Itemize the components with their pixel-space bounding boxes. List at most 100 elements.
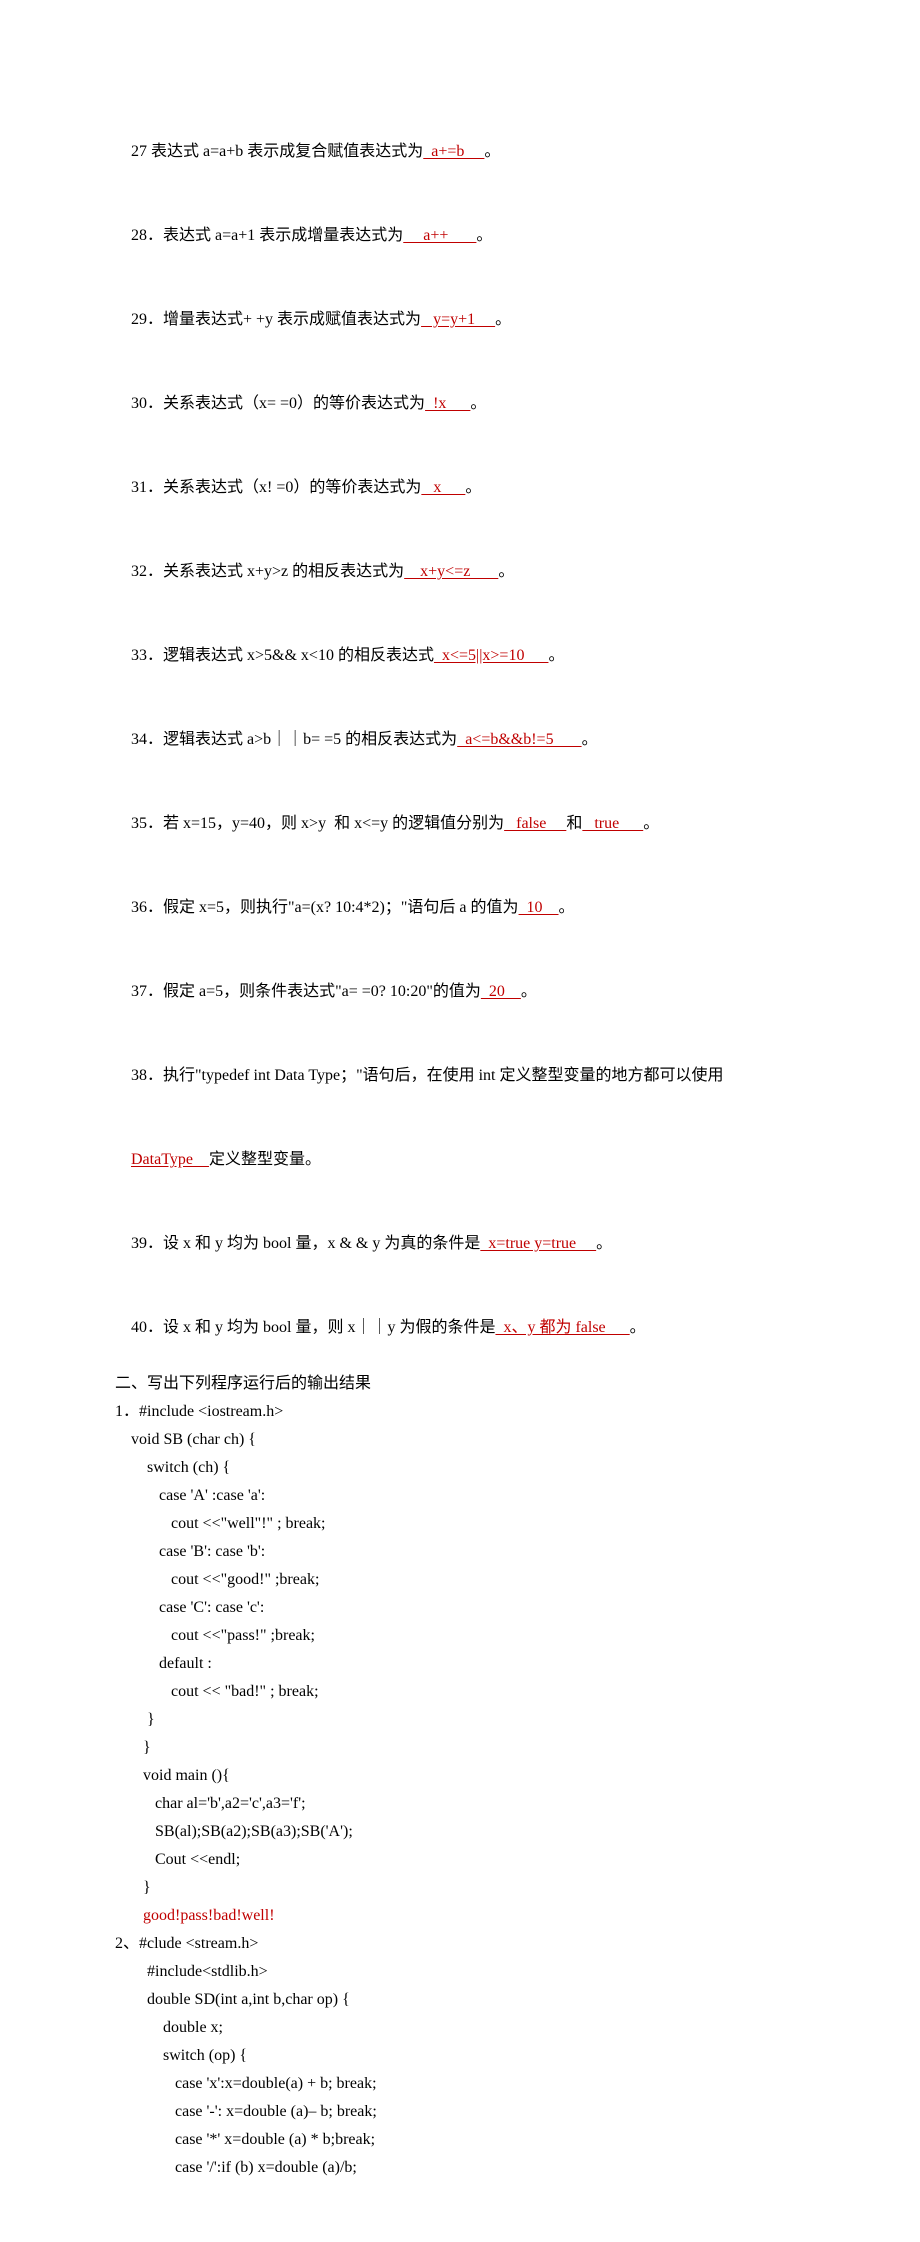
question-28: 28．表达式 a=a+1 表示成增量表达式为 a++ 。 [115, 194, 805, 278]
q-num: 35 [131, 815, 147, 832]
q-text: 33 [131, 647, 147, 664]
q-mid: 和 [566, 815, 582, 832]
question-35: 35．若 x=15，y=40，则 x>y 和 x<=y 的逻辑值分别为 fals… [115, 782, 805, 866]
q-answer: a+=b [423, 143, 484, 160]
question-32: 32．关系表达式 x+y>z 的相反表达式为 x+y<=z 。 [115, 530, 805, 614]
q-post: 。 [596, 1235, 612, 1252]
code-line: switch (op) { [115, 2042, 805, 2070]
q-text: ．执行"typedef int Data Type；"语句后，在使用 int 定… [147, 1067, 724, 1084]
question-30: 30．关系表达式（x= =0）的等价表达式为 !x 。 [115, 362, 805, 446]
q-text: 34 [131, 731, 147, 748]
q-ans1: false [504, 815, 566, 832]
q-text: 32 [131, 563, 147, 580]
q-pre: ．设 x 和 y 均为 bool 量，则 x｜｜y 为假的条件是 [147, 1319, 495, 1336]
program-2-head: 2、#clude <stream.h> [115, 1930, 805, 1958]
code-line: double SD(int a,int b,char op) { [115, 1986, 805, 2014]
code-line: case 'x':x=double(a) + b; break; [115, 2070, 805, 2098]
code-line: case 'C': case 'c': [115, 1594, 805, 1622]
code-line: Cout <<endl; [115, 1846, 805, 1874]
q-ans2: true [582, 815, 643, 832]
code-line: void SB (char ch) { [115, 1426, 805, 1454]
q-answer: a<=b&&b!=5 [457, 731, 581, 748]
q-post: 。 [470, 395, 486, 412]
code-line: case '*' x=double (a) * b;break; [115, 2126, 805, 2154]
q-text: 29 [131, 311, 147, 328]
program-2-body: #include<stdlib.h> double SD(int a,int b… [115, 1958, 805, 2182]
q-answer: a++ [403, 227, 476, 244]
question-39: 39．设 x 和 y 均为 bool 量，x & & y 为真的条件是 x=tr… [115, 1202, 805, 1286]
code-line: char al='b',a2='c',a3='f'; [115, 1790, 805, 1818]
q-answer: DataType [131, 1151, 209, 1168]
q-post: 。 [582, 731, 598, 748]
code-line: switch (ch) { [115, 1454, 805, 1482]
q-text: 定义整型变量。 [209, 1151, 321, 1168]
program-1-body: void SB (char ch) { switch (ch) { case '… [115, 1426, 805, 1902]
q-post: 。 [643, 815, 659, 832]
q-pre: ．若 x=15，y=40，则 x>y 和 x<=y 的逻辑值分别为 [147, 815, 504, 832]
q-num: 38 [131, 1067, 147, 1084]
question-29: 29．增量表达式+ +y 表示成赋值表达式为 y=y+1 。 [115, 278, 805, 362]
q-post: 。 [495, 311, 511, 328]
question-38-line1: 38．执行"typedef int Data Type；"语句后，在使用 int… [115, 1034, 805, 1118]
q-post: 。 [498, 563, 514, 580]
section-2-heading: 二、写出下列程序运行后的输出结果 [115, 1370, 805, 1398]
q-text: 27 [131, 143, 147, 160]
q-pre: 表达式 a=a+b 表示成复合赋值表达式为 [147, 143, 423, 160]
q-pre: ．关系表达式（x! =0）的等价表达式为 [147, 479, 421, 496]
q-post: 。 [465, 479, 481, 496]
question-31: 31．关系表达式（x! =0）的等价表达式为 x 。 [115, 446, 805, 530]
q-post: 。 [630, 1319, 646, 1336]
code-line: void main (){ [115, 1762, 805, 1790]
question-33: 33．逻辑表达式 x>5&& x<10 的相反表达式 x<=5||x>=10 。 [115, 614, 805, 698]
question-27: 27 表达式 a=a+b 表示成复合赋值表达式为 a+=b 。 [115, 110, 805, 194]
q-answer: x<=5||x>=10 [434, 647, 549, 664]
q-pre: ．增量表达式+ +y 表示成赋值表达式为 [147, 311, 421, 328]
q-post: 。 [484, 143, 500, 160]
code-line: cout <<"good!" ;break; [115, 1566, 805, 1594]
question-40: 40．设 x 和 y 均为 bool 量，则 x｜｜y 为假的条件是 x、y 都… [115, 1286, 805, 1370]
code-line: } [115, 1734, 805, 1762]
q-answer: x+y<=z [404, 563, 498, 580]
q-answer: y=y+1 [421, 311, 495, 328]
q-answer: x、y 都为 false [495, 1319, 629, 1336]
q-text: 30 [131, 395, 147, 412]
q-pre: ．关系表达式 x+y>z 的相反表达式为 [147, 563, 404, 580]
question-34: 34．逻辑表达式 a>b｜｜b= =5 的相反表达式为 a<=b&&b!=5 。 [115, 698, 805, 782]
q-post: 。 [521, 983, 537, 1000]
question-36: 36．假定 x=5，则执行"a=(x? 10:4*2)；"语句后 a 的值为 1… [115, 866, 805, 950]
q-pre: ．逻辑表达式 x>5&& x<10 的相反表达式 [147, 647, 434, 664]
q-answer: x=true y=true [480, 1235, 596, 1252]
q-text: 31 [131, 479, 147, 496]
q-pre: ．假定 x=5，则执行"a=(x? 10:4*2)；"语句后 a 的值为 [147, 899, 519, 916]
code-line: SB(al);SB(a2);SB(a3);SB('A'); [115, 1818, 805, 1846]
q-answer: 10 [519, 899, 559, 916]
code-line: #include<stdlib.h> [115, 1958, 805, 1986]
code-line: cout <<"pass!" ;break; [115, 1622, 805, 1650]
q-pre: ．表达式 a=a+1 表示成增量表达式为 [147, 227, 403, 244]
q-pre: ．设 x 和 y 均为 bool 量，x & & y 为真的条件是 [147, 1235, 480, 1252]
q-post: 。 [559, 899, 575, 916]
code-line: case 'A' :case 'a': [115, 1482, 805, 1510]
code-line: } [115, 1874, 805, 1902]
document-page: 27 表达式 a=a+b 表示成复合赋值表达式为 a+=b 。 28．表达式 a… [0, 0, 920, 2242]
q-pre: ．假定 a=5，则条件表达式"a= =0? 10:20"的值为 [147, 983, 481, 1000]
program-1-head: 1．#include <iostream.h> [115, 1398, 805, 1426]
code-line: double x; [115, 2014, 805, 2042]
code-line: case '-': x=double (a)– b; break; [115, 2098, 805, 2126]
q-pre: ．关系表达式（x= =0）的等价表达式为 [147, 395, 425, 412]
q-post: 。 [476, 227, 492, 244]
program-1-answer: good!pass!bad!well! [115, 1902, 805, 1930]
q-num: 36 [131, 899, 147, 916]
code-line: case '/':if (b) x=double (a)/b; [115, 2154, 805, 2182]
q-num: 40 [131, 1319, 147, 1336]
code-line: default : [115, 1650, 805, 1678]
q-num: 39 [131, 1235, 147, 1252]
code-line: case 'B': case 'b': [115, 1538, 805, 1566]
q-answer: !x [425, 395, 470, 412]
q-post: 。 [548, 647, 564, 664]
q-num: 37 [131, 983, 147, 1000]
code-line: cout << "bad!" ; break; [115, 1678, 805, 1706]
question-37: 37．假定 a=5，则条件表达式"a= =0? 10:20"的值为 20 。 [115, 950, 805, 1034]
code-line: } [115, 1706, 805, 1734]
q-pre: ．逻辑表达式 a>b｜｜b= =5 的相反表达式为 [147, 731, 457, 748]
